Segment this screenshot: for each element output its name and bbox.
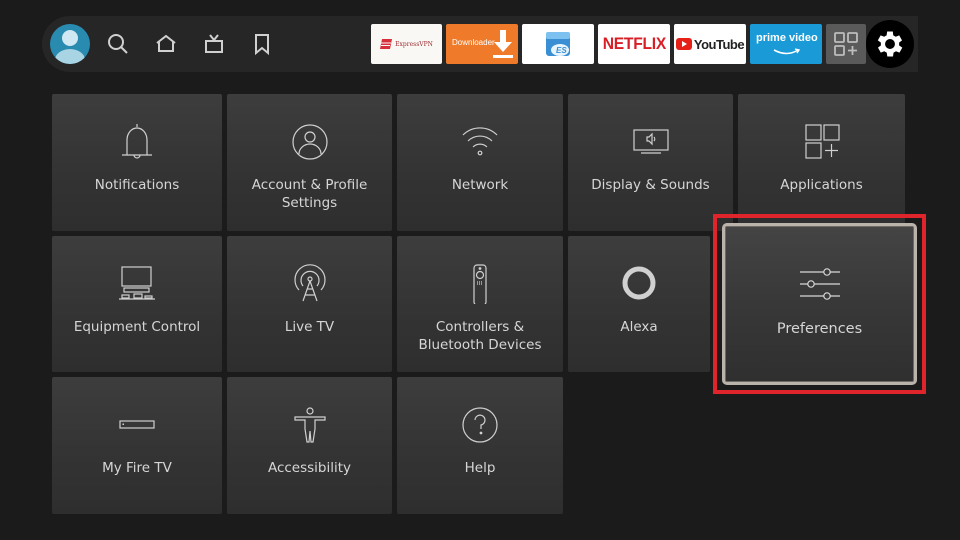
tile-label: Notifications bbox=[94, 177, 180, 193]
apps-grid-icon bbox=[802, 122, 842, 162]
avatar-head bbox=[62, 30, 78, 46]
app-prime-video[interactable]: prime video bbox=[750, 24, 822, 64]
tile-label: Preferences bbox=[776, 321, 863, 337]
youtube-label: YouTube bbox=[693, 36, 745, 52]
tile-label: Equipment Control bbox=[73, 319, 201, 335]
tile-network[interactable]: Network bbox=[397, 94, 563, 231]
live-tv-icon[interactable] bbox=[202, 32, 226, 56]
alexa-ring-icon bbox=[619, 264, 659, 304]
tile-label: Network bbox=[451, 177, 509, 193]
tile-display-sounds[interactable]: Display & Sounds bbox=[568, 94, 733, 231]
netflix-label: NETFLIX bbox=[602, 34, 666, 53]
app-es-file-explorer[interactable]: ES bbox=[522, 24, 594, 64]
tile-label: Live TV bbox=[284, 319, 335, 335]
bookmark-icon[interactable] bbox=[250, 32, 274, 56]
prime-smile-icon bbox=[773, 48, 801, 55]
user-circle-icon bbox=[290, 122, 330, 162]
tile-accessibility[interactable]: Accessibility bbox=[227, 377, 392, 514]
prime-video-label: prime video bbox=[756, 32, 818, 44]
tile-equipment-control[interactable]: Equipment Control bbox=[52, 236, 222, 372]
tile-label: Account & Profile Settings bbox=[251, 177, 368, 211]
sliders-icon bbox=[799, 264, 840, 304]
equipment-icon bbox=[117, 264, 157, 304]
tile-controllers-bluetooth[interactable]: Controllers & Bluetooth Devices bbox=[397, 236, 563, 372]
tile-account-profile[interactable]: Account & Profile Settings bbox=[227, 94, 392, 231]
tile-label: Alexa bbox=[620, 319, 658, 335]
avatar-body bbox=[55, 49, 85, 64]
downloader-label: Downloader bbox=[452, 38, 495, 47]
app-expressvpn[interactable]: ExpressVPN bbox=[371, 24, 442, 64]
app-youtube[interactable]: YouTube bbox=[674, 24, 746, 64]
gear-icon bbox=[877, 31, 903, 57]
tile-label: Controllers & Bluetooth Devices bbox=[418, 319, 542, 353]
tv-speaker-icon bbox=[631, 122, 671, 162]
remote-icon bbox=[460, 264, 500, 306]
tile-alexa[interactable]: Alexa bbox=[568, 236, 710, 372]
tile-help[interactable]: Help bbox=[397, 377, 563, 514]
apps-grid-icon bbox=[834, 32, 858, 56]
fire-tv-device-icon bbox=[117, 405, 157, 445]
svg-text:ES: ES bbox=[556, 46, 567, 55]
tile-label: My Fire TV bbox=[102, 460, 172, 476]
home-icon[interactable] bbox=[154, 32, 178, 56]
profile-avatar[interactable] bbox=[50, 24, 90, 64]
tile-my-fire-tv[interactable]: My Fire TV bbox=[52, 377, 222, 514]
expressvpn-logo-icon bbox=[380, 39, 393, 49]
accessibility-icon bbox=[290, 405, 330, 445]
app-downloader[interactable]: Downloader bbox=[446, 24, 518, 64]
expressvpn-label: ExpressVPN bbox=[395, 40, 433, 48]
tile-live-tv[interactable]: Live TV bbox=[227, 236, 392, 372]
antenna-icon bbox=[290, 264, 330, 304]
youtube-play-icon bbox=[675, 38, 692, 50]
es-logo-icon: ES bbox=[546, 32, 570, 56]
tile-preferences[interactable]: Preferences bbox=[722, 223, 917, 385]
tile-applications[interactable]: Applications bbox=[738, 94, 905, 231]
all-apps-button[interactable] bbox=[826, 24, 866, 64]
tile-label: Accessibility bbox=[267, 460, 352, 476]
help-circle-icon bbox=[460, 405, 500, 445]
tile-label: Display & Sounds bbox=[591, 177, 710, 193]
bell-icon bbox=[117, 122, 157, 162]
download-arrow-icon bbox=[493, 30, 513, 58]
search-icon[interactable] bbox=[106, 32, 130, 56]
settings-button[interactable] bbox=[866, 20, 914, 68]
wifi-icon bbox=[460, 122, 500, 162]
tile-label: Help bbox=[464, 460, 496, 476]
tile-label: Applications bbox=[780, 177, 863, 193]
tile-notifications[interactable]: Notifications bbox=[52, 94, 222, 231]
app-netflix[interactable]: NETFLIX bbox=[598, 24, 670, 64]
